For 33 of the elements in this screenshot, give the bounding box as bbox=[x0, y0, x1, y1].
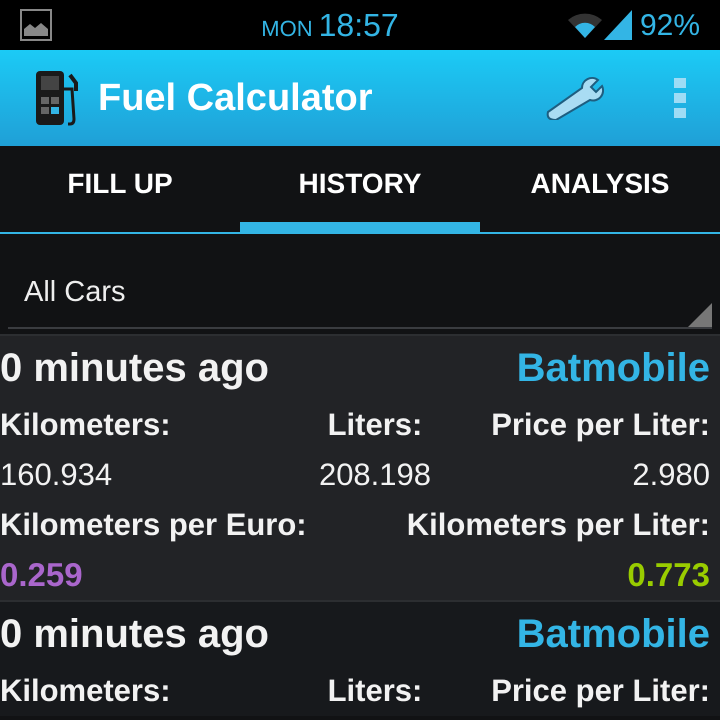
entry-time: 0 minutes ago bbox=[0, 348, 269, 388]
tab[interactable]: FILL UP bbox=[0, 146, 240, 232]
dropdown-corner-icon bbox=[688, 303, 712, 327]
tab[interactable]: HISTORY bbox=[240, 146, 480, 232]
signal-icon bbox=[604, 10, 632, 40]
picture-icon bbox=[20, 9, 52, 41]
stat-value: 0.773 bbox=[626, 555, 710, 595]
app-title: Fuel Calculator bbox=[98, 76, 374, 120]
field-value: 208.198 bbox=[318, 456, 432, 494]
field-label: Price per Liter: bbox=[490, 406, 710, 444]
tab[interactable]: ANALYSIS bbox=[480, 146, 720, 232]
history-entry[interactable]: 0 minutes ago Batmobile Kilometers: Liters: Price per Liter: 160.934 208.198 2.980 Kilometers per Euro: Kilometers per Liter: 0.259 0.773 bbox=[0, 334, 720, 600]
field-label: Liters: bbox=[326, 672, 424, 710]
field-label: Kilometers: bbox=[0, 672, 172, 710]
status-day: MON bbox=[261, 12, 313, 45]
car-dropdown[interactable]: All Cars bbox=[8, 259, 712, 329]
stat-label: Kilometers per Euro: bbox=[0, 506, 308, 544]
wifi-icon bbox=[568, 12, 602, 38]
car-name: Batmobile bbox=[516, 348, 711, 388]
entry-time: 0 minutes ago bbox=[0, 614, 269, 654]
field-value: 160.934 bbox=[0, 456, 114, 494]
fuel-pump-icon bbox=[34, 69, 80, 127]
wrench-icon[interactable] bbox=[544, 76, 604, 120]
car-name: Batmobile bbox=[516, 614, 711, 654]
battery-level: 92% bbox=[640, 8, 700, 44]
history-entry[interactable]: 0 minutes ago Batmobile Kilometers: Liters: Price per Liter: bbox=[0, 600, 720, 716]
stat-label: Kilometers per Liter: bbox=[406, 506, 710, 544]
stat-value: 0.259 bbox=[0, 555, 84, 595]
status-time: 18:57 bbox=[318, 6, 399, 45]
field-label: Price per Liter: bbox=[490, 672, 710, 710]
field-value: 2.980 bbox=[631, 456, 710, 494]
field-label: Liters: bbox=[326, 406, 424, 444]
field-label: Kilometers: bbox=[0, 406, 172, 444]
